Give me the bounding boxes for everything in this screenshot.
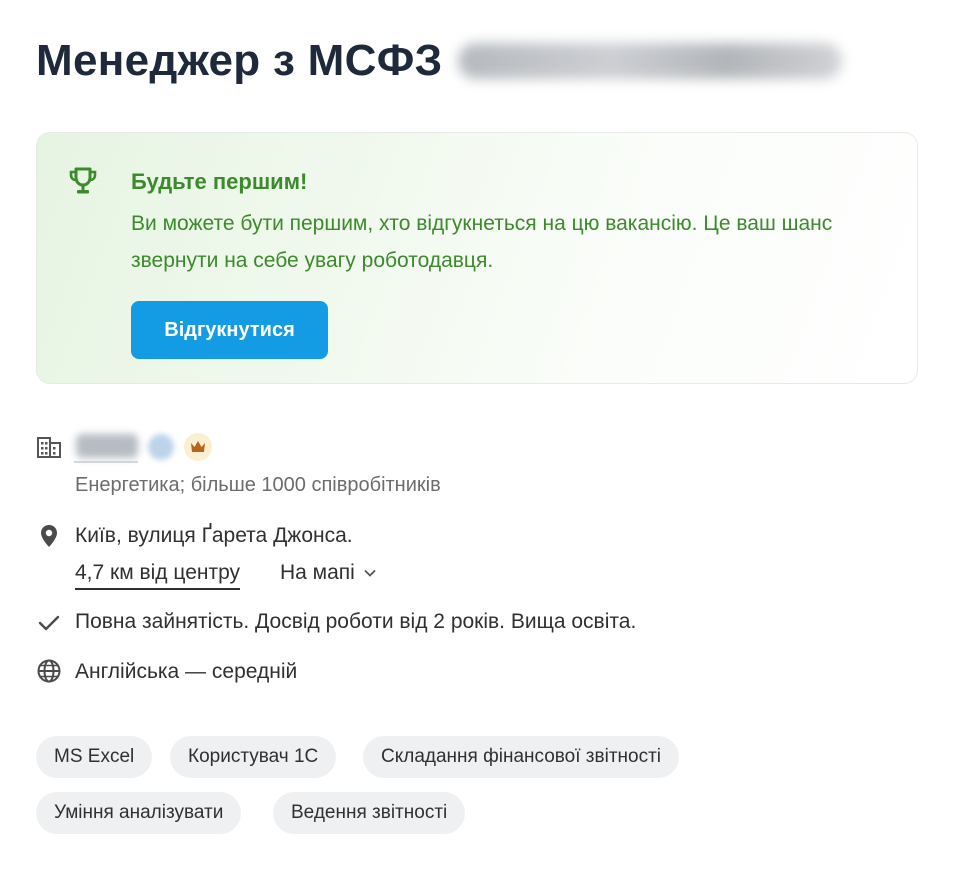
skill-chip: MS Excel: [36, 736, 153, 778]
distance-from-center-link[interactable]: 4,7 км від центру: [75, 561, 241, 590]
apply-button[interactable]: Відгукнутися: [131, 301, 328, 359]
skill-chip: Ведення звітності: [273, 792, 466, 834]
show-on-map-link[interactable]: На мапі: [280, 561, 377, 585]
crown-badge: [184, 433, 212, 461]
verified-icon: [148, 434, 174, 460]
employment-conditions: Повна зайнятість. Досвід роботи від 2 ро…: [75, 610, 637, 633]
banner-text: Ви можете бути першим, хто відгукнеться …: [131, 212, 833, 272]
show-on-map-label: На мапі: [280, 561, 355, 584]
chevron-down-icon: [364, 569, 376, 577]
company-link-underline: [74, 461, 138, 463]
company-name-blurred: [458, 43, 843, 79]
vacancy-title: Менеджер з МСФЗ: [36, 36, 443, 85]
location-pin-icon: [41, 525, 57, 547]
building-icon: [37, 437, 61, 458]
trophy-icon: [69, 167, 97, 194]
vacancy-page: Менеджер з МСФЗ Будьте першим! Ви можете…: [0, 0, 960, 880]
company-industry: Енергетика; більше 1000 співробітників: [75, 474, 441, 496]
skill-chip: Користувач 1С: [170, 736, 337, 778]
skill-chip: Уміння аналізувати: [36, 792, 242, 834]
globe-icon: [37, 659, 61, 683]
location-address: Київ, вулиця Ґарета Джонса.: [75, 524, 353, 547]
language-requirement: Англійська — середній: [75, 660, 298, 683]
banner-title: Будьте першим!: [131, 169, 308, 194]
be-first-banner: Будьте першим! Ви можете бути першим, хт…: [36, 132, 918, 384]
skill-chip: Складання фінансової звітності: [363, 736, 680, 778]
crown-icon: [191, 441, 205, 452]
vacancy-header: Менеджер з МСФЗ: [36, 36, 843, 86]
check-icon: [38, 615, 60, 631]
company-link-blurred[interactable]: [76, 434, 138, 458]
